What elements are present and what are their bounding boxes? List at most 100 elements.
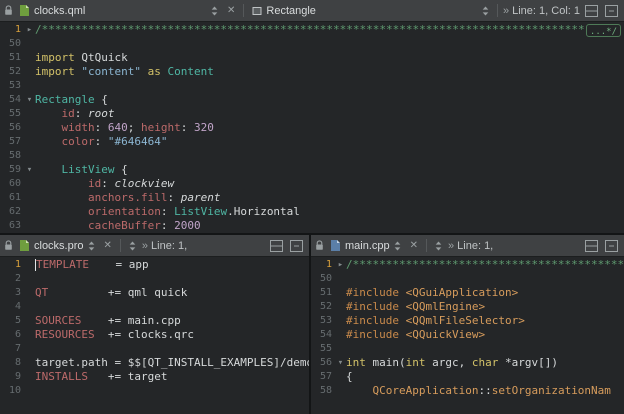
line-number: 53 [311,314,335,328]
line-number: 52 [311,300,335,314]
code-line[interactable]: 55 id: root [0,107,624,121]
fold-collapse-icon[interactable]: ▾ [335,356,346,370]
code-line[interactable]: 52import "content" as Content [0,65,624,79]
dropdown-arrows-icon [88,241,95,251]
toolbar-overflow-chevron[interactable]: » [503,5,509,17]
code-line[interactable]: 62 orientation: ListView.Horizontal [0,205,624,219]
document-dropdown[interactable]: clocks.pro [16,238,98,253]
code-line[interactable]: 63 cacheBuffer: 2000 [0,219,624,233]
code-editor-pro[interactable]: 1 TEMPLATE = app 23QT += qml quick45SOURCE… [0,257,309,414]
code-line[interactable]: 1▸/*************************************… [0,23,624,37]
symbol-dropdown[interactable] [126,240,139,252]
code-line[interactable]: 51import QtQuick [0,51,624,65]
split-editor-button[interactable] [583,239,600,253]
fold-column [24,149,35,163]
code-text: cacheBuffer: 2000 [35,219,624,233]
code-text: TEMPLATE = app [35,258,309,272]
line-number: 54 [311,328,335,342]
document-name: clocks.pro [34,240,84,252]
close-split-button[interactable] [603,4,620,18]
code-line[interactable]: 10 [0,384,309,398]
code-line[interactable]: 5SOURCES += main.cpp [0,314,309,328]
code-editor-qml[interactable]: 1▸/*************************************… [0,22,624,233]
line-number: 57 [311,370,335,384]
code-line[interactable]: 4 [0,300,309,314]
code-line[interactable]: 54▾Rectangle { [0,93,624,107]
code-line[interactable]: 58 [0,149,624,163]
code-line[interactable]: 50 [311,272,624,286]
toolbar-overflow-chevron[interactable]: » [448,240,454,252]
code-line[interactable]: 2 [0,272,309,286]
close-document-button[interactable]: ✕ [224,5,238,16]
code-text: color: "#646464" [35,135,624,149]
bottom-split-row: clocks.pro ✕ » Line: 1, [0,233,624,414]
code-line[interactable]: 9INSTALLS += target [0,370,309,384]
close-document-button[interactable]: ✕ [101,240,115,251]
document-dropdown[interactable]: main.cpp [327,238,404,253]
dropdown-arrows-icon [435,241,442,251]
symbol-dropdown[interactable]: Rectangle [249,4,492,18]
close-document-button[interactable]: ✕ [407,240,421,251]
cursor-position-label: Line: 1, Col: 1 [512,5,580,17]
code-line[interactable]: 51#include <QGuiApplication> [311,286,624,300]
code-text: { [346,370,624,384]
code-line[interactable]: 58 QCoreApplication::setOrganizationNam [311,384,624,398]
code-text: id: root [35,107,624,121]
code-line[interactable]: 8target.path = $$[QT_INSTALL_EXAMPLES]/d… [0,356,309,370]
code-line[interactable]: 55 [311,342,624,356]
toolbar-overflow-chevron[interactable]: » [142,240,148,252]
code-text [35,79,624,93]
fold-column [24,286,35,300]
code-text: import "content" as Content [35,65,624,79]
code-line[interactable]: 7 [0,342,309,356]
lock-icon [4,240,13,251]
line-number: 4 [0,300,24,314]
split-editor-button[interactable] [268,239,285,253]
code-line[interactable]: 3QT += qml quick [0,286,309,300]
line-number: 58 [0,149,24,163]
fold-expand-icon[interactable]: ▸ [335,258,346,272]
code-line[interactable]: 59▾ ListView { [0,163,624,177]
code-line[interactable]: 6RESOURCES += clocks.qrc [0,328,309,342]
code-line[interactable]: 53#include <QQmlFileSelector> [311,314,624,328]
close-split-button[interactable] [603,239,620,253]
fold-expand-icon[interactable]: ▸ [24,23,35,37]
code-text: QCoreApplication::setOrganizationNam [346,384,624,398]
code-text: Rectangle { [35,93,624,107]
code-line[interactable]: 53 [0,79,624,93]
code-line[interactable]: 52#include <QQmlEngine> [311,300,624,314]
fold-column [24,328,35,342]
code-text: SOURCES += main.cpp [35,314,309,328]
code-line[interactable]: 1 TEMPLATE = app [0,258,309,272]
code-line[interactable]: 60 id: clockview [0,177,624,191]
qml-file-icon [19,4,30,17]
code-line[interactable]: 61 anchors.fill: parent [0,191,624,205]
line-number: 51 [311,286,335,300]
line-number: 1 [0,258,24,272]
fold-collapse-icon[interactable]: ▾ [24,163,35,177]
dropdown-arrows-icon [394,241,401,251]
code-line[interactable]: 56 width: 640; height: 320 [0,121,624,135]
code-line[interactable]: 1▸/*************************************… [311,258,624,272]
split-editor-button[interactable] [583,4,600,18]
code-text: INSTALLS += target [35,370,309,384]
fold-collapse-icon[interactable]: ▾ [24,93,35,107]
line-number: 2 [0,272,24,286]
symbol-dropdown[interactable] [432,240,445,252]
fold-column [335,328,346,342]
code-text: ListView { [35,163,624,177]
code-line[interactable]: 50 [0,37,624,51]
close-split-button[interactable] [288,239,305,253]
code-editor-cpp[interactable]: 1▸/*************************************… [311,257,624,414]
code-line[interactable]: 57 color: "#646464" [0,135,624,149]
code-line[interactable]: 57 { [311,370,624,384]
document-dropdown[interactable]: clocks.qml [16,3,221,18]
collapsed-region-marker[interactable]: ...*/ [586,24,621,37]
fold-column [24,37,35,51]
code-line[interactable]: 56▾int main(int argc, char *argv[]) [311,356,624,370]
document-name: clocks.qml [34,5,85,17]
line-number: 56 [0,121,24,135]
code-line[interactable]: 54#include <QQuickView> [311,328,624,342]
code-text [35,37,624,51]
fold-column [335,342,346,356]
